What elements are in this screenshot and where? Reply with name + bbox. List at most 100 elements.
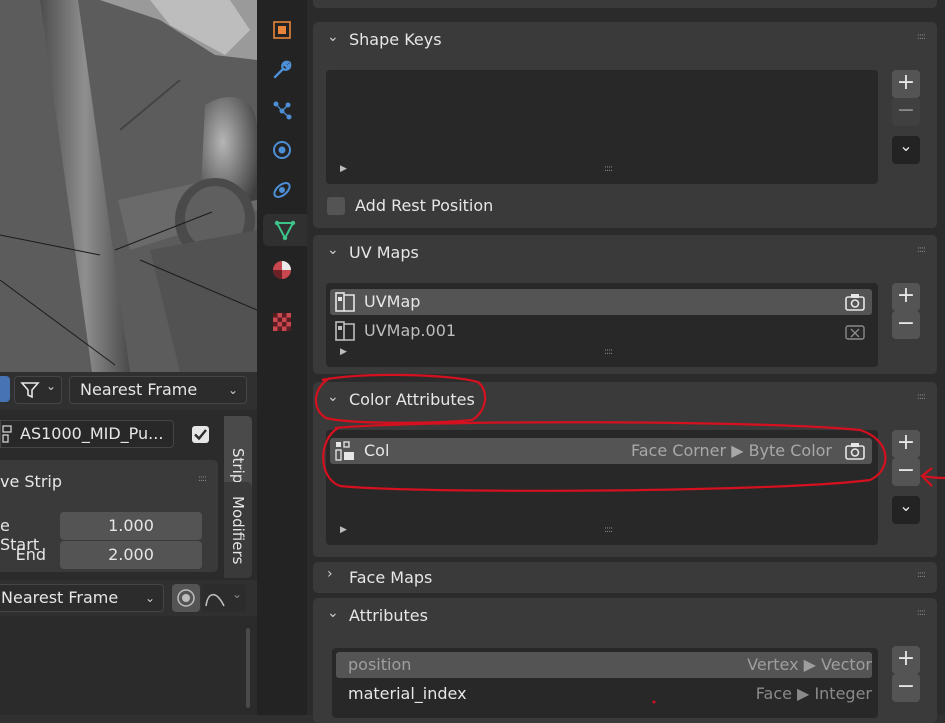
chevron-down-icon: ⌄ (327, 605, 339, 621)
add-color-attribute-button[interactable]: + (892, 430, 920, 458)
remove-shape-key-button[interactable]: − (892, 98, 920, 126)
tab-modifiers[interactable]: Modifiers (224, 482, 252, 578)
chevron-right-icon: › (327, 566, 333, 582)
chevron-down-icon: ⌄ (144, 591, 155, 605)
tab-modifiers-label: Modifiers (229, 495, 247, 565)
constraints-icon (273, 182, 291, 198)
action-field[interactable]: AS1000_MID_Pu... (0, 420, 174, 448)
list-item[interactable]: material_index Face ▶ Integer (336, 681, 872, 707)
tab-material[interactable] (266, 254, 298, 286)
panel-header[interactable]: ⌄ Shape Keys :::: (313, 22, 937, 58)
camera-icon[interactable] (844, 441, 866, 461)
action-icon (2, 425, 12, 443)
attribute-name: material_index (348, 684, 467, 703)
panel-title: Face Maps (349, 568, 433, 587)
chevron-down-icon: ⌄ (899, 136, 913, 155)
play-icon[interactable]: ▶ (340, 164, 347, 174)
nla-editor: ⌄ Nearest Frame ⌄ AS1000_MID_Pu... ve St… (0, 372, 257, 715)
tab-constraints[interactable] (266, 174, 298, 206)
chevron-down-icon: ⌄ (327, 242, 339, 258)
nla-scrollbar[interactable] (246, 628, 250, 708)
panel-title: Shape Keys (349, 30, 442, 49)
color-attribute-name: Col (364, 441, 390, 460)
texture-icon (273, 313, 291, 331)
camera-off-icon[interactable] (844, 321, 866, 341)
list-item[interactable]: Col Face Corner ▶ Byte Color (330, 438, 872, 464)
tab-data[interactable] (263, 214, 307, 246)
drag-handle-icon[interactable]: :::: (917, 245, 926, 255)
3d-viewport[interactable] (0, 0, 257, 372)
panel-header[interactable]: ⌄ Color Attributes :::: (313, 382, 937, 418)
proportional-icon (177, 589, 195, 607)
drag-handle-icon[interactable]: :::: (917, 32, 926, 42)
attribute-name: position (348, 655, 412, 674)
filter-dropdown[interactable]: ⌄ (14, 376, 62, 404)
play-icon[interactable]: ▶ (340, 347, 347, 357)
object-icon (273, 21, 291, 39)
chevron-down-icon: ⌄ (227, 383, 238, 397)
uv-map-name: UVMap (364, 292, 421, 311)
frame-end-field[interactable]: 2.000 (60, 541, 202, 569)
color-attribute-specials-button[interactable]: ⌄ (892, 496, 920, 524)
tab-particles[interactable] (266, 94, 298, 126)
attribute-domain: Face ▶ Integer (755, 684, 872, 703)
tab-object[interactable] (266, 14, 298, 46)
filter-icon (20, 382, 40, 399)
proportional-editing-toggle[interactable] (172, 584, 200, 612)
panel-title: Color Attributes (349, 390, 475, 409)
panel-header[interactable]: ⌄ Attributes :::: (313, 598, 937, 634)
list-item[interactable]: UVMap.001 (330, 318, 872, 344)
panel-title: UV Maps (349, 243, 419, 262)
add-shape-key-button[interactable]: + (892, 70, 920, 98)
add-rest-position-label: Add Rest Position (355, 196, 494, 215)
properties-editor: ⌄ Shape Keys :::: ▶ :::: + − ⌄ Add Rest … (307, 0, 945, 723)
uv-maps-list[interactable]: UVMap UVMap.001 ▶:::: (326, 283, 878, 367)
falloff-curve-icon (205, 593, 225, 607)
drag-handle-icon[interactable]: :::: (917, 608, 926, 618)
resize-handle-icon[interactable]: :::: (604, 525, 613, 535)
viewport-render (0, 0, 257, 372)
remove-color-attribute-button[interactable]: − (892, 458, 920, 486)
tab-texture[interactable] (266, 306, 298, 338)
wrench-icon (273, 60, 292, 79)
color-attributes-list[interactable]: Col Face Corner ▶ Byte Color ▶ :::: (326, 430, 878, 545)
snap-mode-label: Nearest Frame (80, 380, 198, 399)
remove-attribute-button[interactable]: − (892, 674, 920, 702)
snap-mode-dropdown[interactable]: Nearest Frame ⌄ (69, 376, 247, 404)
add-uv-map-button[interactable]: + (892, 283, 920, 311)
drag-handle-icon[interactable]: :::: (917, 570, 926, 580)
frame-start-value: 1.000 (108, 516, 154, 535)
drag-handle-icon[interactable]: :::: (917, 392, 926, 402)
falloff-dropdown[interactable]: ⌄ (202, 584, 246, 612)
interpolation-dropdown[interactable]: Nearest Frame ⌄ (0, 584, 164, 612)
chevron-down-icon: ⌄ (45, 379, 56, 393)
frame-end-label: End (15, 545, 46, 564)
list-item[interactable]: position Vertex ▶ Vector (336, 652, 872, 678)
add-attribute-button[interactable]: + (892, 646, 920, 674)
chevron-down-icon: ⌄ (327, 389, 339, 405)
play-icon[interactable]: ▶ (340, 525, 347, 535)
panel-header[interactable]: › Face Maps :::: (313, 562, 937, 593)
shape-keys-list[interactable]: ▶ :::: (326, 70, 878, 184)
chevron-down-icon: ⌄ (899, 496, 913, 515)
tab-modifiers-props[interactable] (266, 54, 298, 86)
add-rest-position-checkbox[interactable] (327, 197, 345, 215)
resize-handle-icon[interactable]: :::: (604, 347, 613, 357)
key-icon-button[interactable] (0, 376, 10, 402)
camera-icon[interactable] (844, 292, 866, 312)
uv-maps-panel: ⌄ UV Maps :::: UVMap UVMap.001 ▶:::: + … (313, 235, 937, 374)
list-item[interactable]: UVMap (330, 289, 872, 315)
strip-enabled-checkbox[interactable] (192, 426, 209, 443)
panel-header[interactable]: ⌄ UV Maps :::: (313, 235, 937, 271)
particles-icon (273, 101, 292, 120)
resize-handle-icon[interactable]: :::: (604, 164, 613, 174)
tab-physics[interactable] (266, 134, 298, 166)
physics-icon (273, 141, 291, 159)
remove-uv-map-button[interactable]: − (892, 311, 920, 339)
uv-map-icon (335, 292, 355, 312)
shape-key-specials-button[interactable]: ⌄ (892, 136, 920, 164)
attributes-list[interactable]: position Vertex ▶ Vector material_index … (332, 648, 878, 718)
drag-handle-icon[interactable]: :::: (198, 474, 207, 484)
properties-tab-bar (257, 0, 307, 715)
frame-start-field[interactable]: 1.000 (60, 512, 202, 540)
